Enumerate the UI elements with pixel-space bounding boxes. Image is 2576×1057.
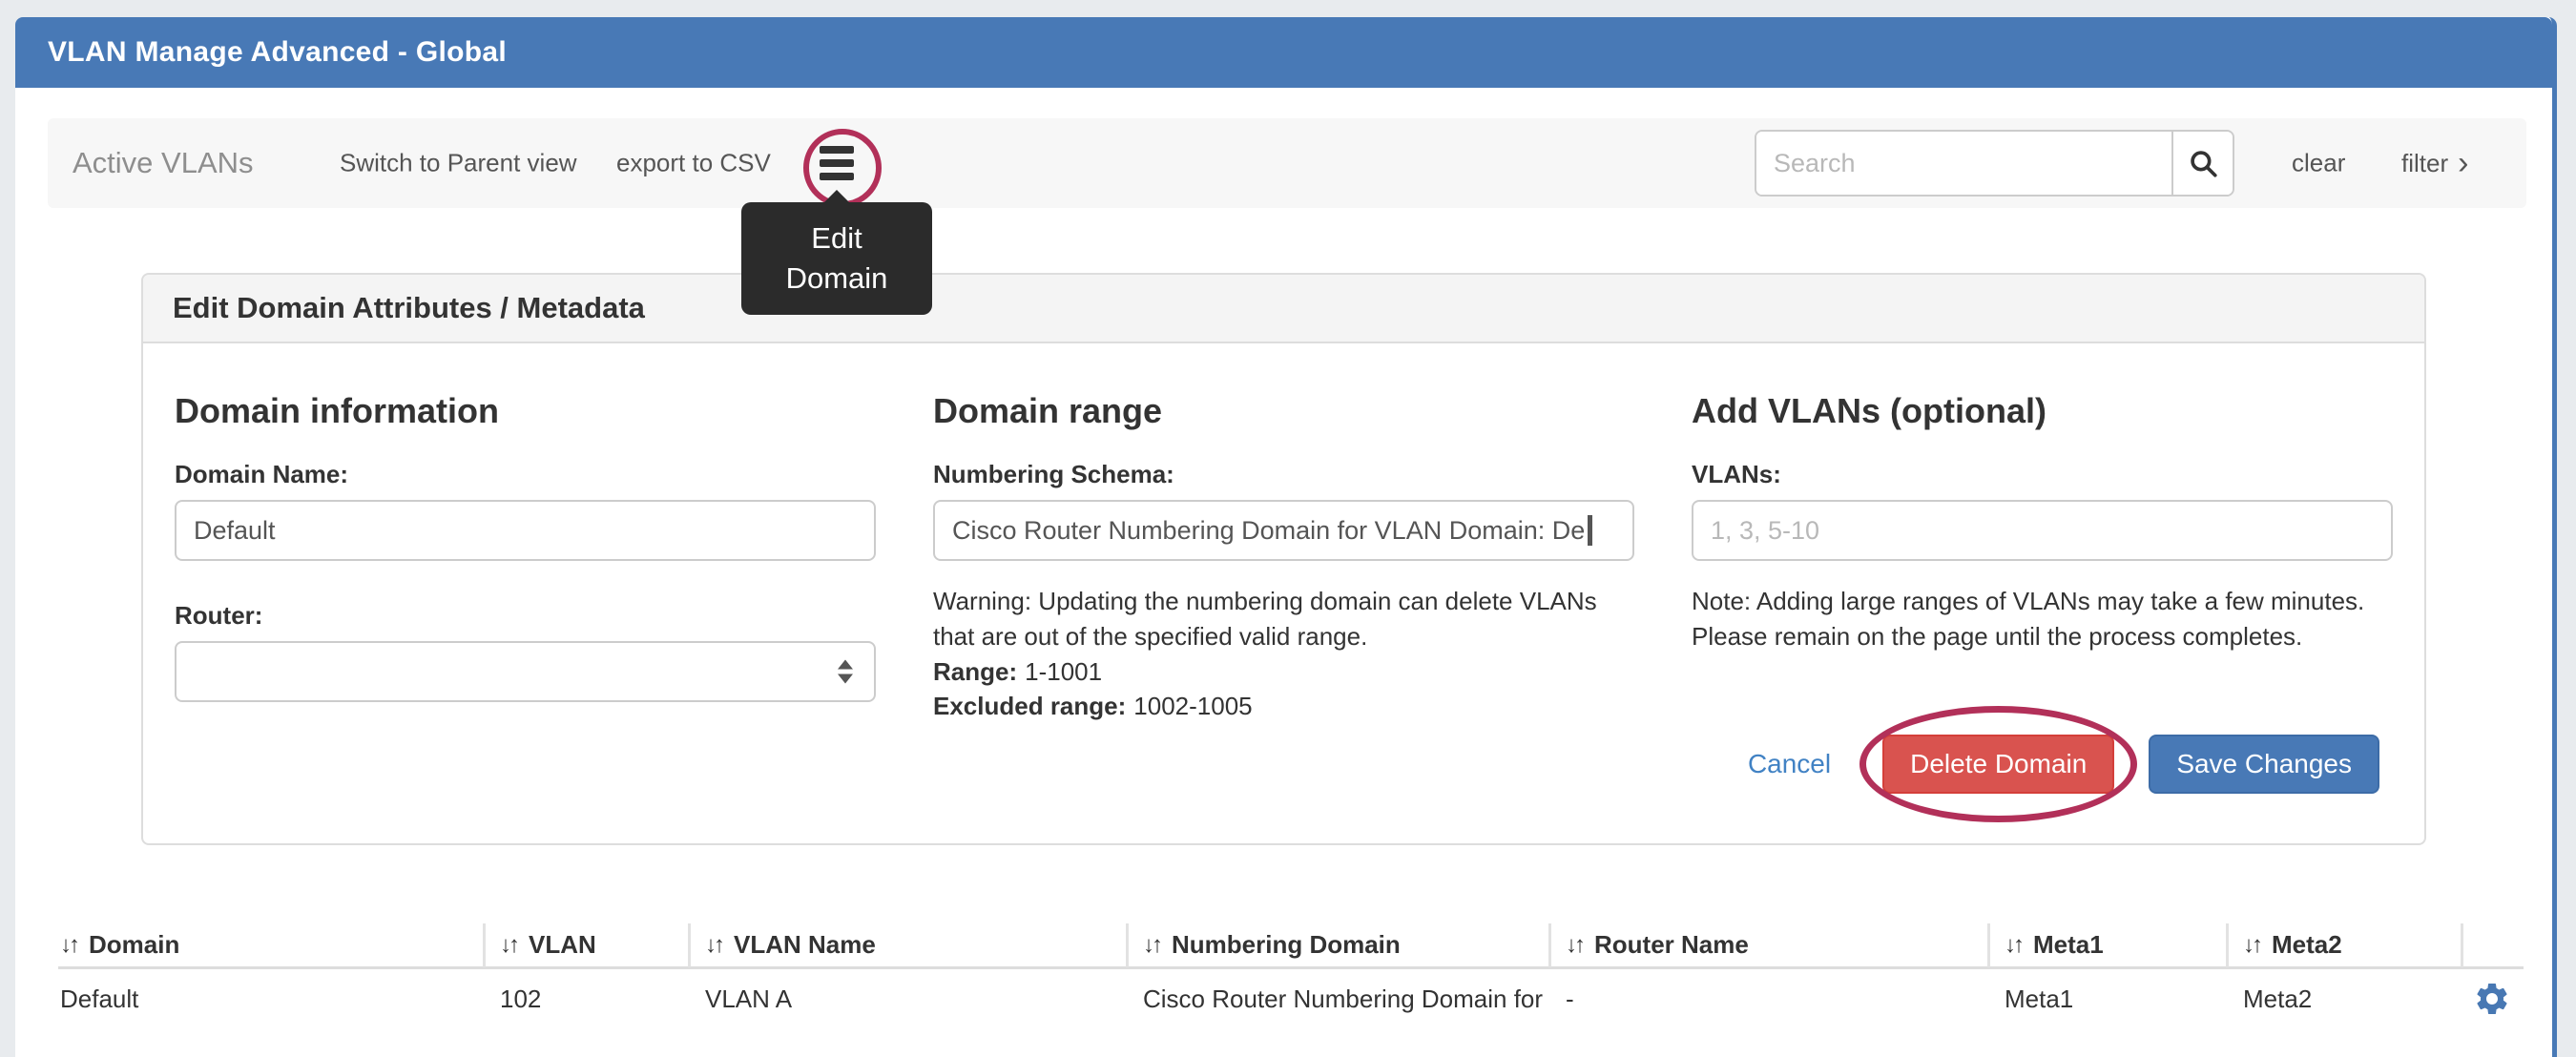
- panel-title: Edit Domain Attributes / Metadata: [173, 291, 645, 325]
- add-vlans-section: Add VLANs (optional) VLANs: Note: Adding…: [1692, 391, 2393, 723]
- sort-icon: ↓↑: [705, 932, 722, 959]
- column-header-actions: [2461, 922, 2524, 968]
- page-title: VLAN Manage Advanced - Global: [48, 36, 507, 69]
- text-cursor: [1588, 515, 1592, 546]
- column-header-vlan[interactable]: ↓↑ VLAN: [483, 922, 688, 968]
- hamburger-bar: [820, 159, 854, 167]
- toolbar: Active VLANs Switch to Parent view expor…: [48, 118, 2526, 208]
- column-header-meta1[interactable]: ↓↑ Meta1: [1987, 922, 2226, 968]
- domain-information-section: Domain information Domain Name: Router:: [175, 391, 876, 723]
- range-label: Range:: [933, 657, 1017, 686]
- range-warning-text: Warning: Updating the numbering domain c…: [933, 584, 1634, 654]
- range-value: 1-1001: [1025, 657, 1102, 686]
- row-settings-button[interactable]: [2473, 980, 2511, 1018]
- panel-body: Domain information Domain Name: Router: …: [143, 343, 2424, 843]
- vlans-input[interactable]: [1692, 500, 2393, 561]
- cell-numbering-domain: Cisco Router Numbering Domain for ...: [1126, 984, 1548, 1014]
- table-header-row: ↓↑ Domain ↓↑ VLAN ↓↑ VLAN Name ↓↑ Number…: [58, 923, 2524, 969]
- domain-name-input[interactable]: [175, 500, 876, 561]
- cell-meta2: Meta2: [2226, 984, 2461, 1014]
- router-label: Router:: [175, 599, 876, 632]
- delete-domain-button[interactable]: Delete Domain: [1882, 735, 2114, 794]
- vlans-label: VLANs:: [1692, 458, 2393, 490]
- excluded-range-value: 1002-1005: [1133, 692, 1252, 720]
- sort-icon: ↓↑: [2005, 932, 2022, 959]
- range-line: Range: 1-1001: [933, 654, 1634, 689]
- router-select[interactable]: [175, 641, 876, 702]
- panel-actions: Cancel Delete Domain Save Changes: [175, 735, 2393, 794]
- column-header-domain[interactable]: ↓↑ Domain: [58, 922, 483, 968]
- search-button[interactable]: [2171, 132, 2233, 195]
- excluded-range-line: Excluded range:1002-1005: [933, 689, 1634, 723]
- edit-domain-panel: Edit Domain Attributes / Metadata Domain…: [141, 273, 2426, 845]
- add-vlans-heading: Add VLANs (optional): [1692, 391, 2393, 431]
- filter-link[interactable]: filter ›: [2401, 147, 2468, 179]
- sort-icon: ↓↑: [2243, 932, 2260, 959]
- domain-information-heading: Domain information: [175, 391, 876, 431]
- hamburger-bar: [820, 146, 854, 154]
- numbering-schema-label: Numbering Schema:: [933, 458, 1634, 490]
- cell-domain: Default: [58, 984, 483, 1014]
- table-row: Default 102 VLAN A Cisco Router Numberin…: [58, 969, 2524, 1028]
- column-header-vlan-name[interactable]: ↓↑ VLAN Name: [688, 922, 1126, 968]
- column-header-router-name[interactable]: ↓↑ Router Name: [1548, 922, 1987, 968]
- cell-router-name: -: [1548, 984, 1987, 1014]
- domain-name-label: Domain Name:: [175, 458, 876, 490]
- tooltip-line-1: Edit: [811, 218, 862, 259]
- filter-label: filter: [2401, 149, 2448, 178]
- switch-to-parent-view-link[interactable]: Switch to Parent view: [340, 149, 577, 178]
- numbering-schema-input[interactable]: [933, 500, 1634, 561]
- cell-meta1: Meta1: [1987, 984, 2226, 1014]
- excluded-range-label: Excluded range:: [933, 692, 1126, 720]
- column-header-meta2[interactable]: ↓↑ Meta2: [2226, 922, 2461, 968]
- search-input[interactable]: [1756, 132, 2171, 195]
- select-stepper-icon: [838, 660, 853, 684]
- gear-icon: [2473, 980, 2511, 1018]
- save-changes-button[interactable]: Save Changes: [2149, 735, 2379, 794]
- sort-icon: ↓↑: [1566, 932, 1583, 959]
- search-box: [1755, 130, 2234, 197]
- sort-icon: ↓↑: [500, 932, 517, 959]
- tooltip-line-2: Domain: [786, 259, 888, 299]
- search-icon: [2187, 147, 2219, 179]
- sort-icon: ↓↑: [1143, 932, 1160, 959]
- page-title-bar: VLAN Manage Advanced - Global: [15, 17, 2552, 88]
- column-header-numbering-domain[interactable]: ↓↑ Numbering Domain: [1126, 922, 1548, 968]
- edit-domain-tooltip: Edit Domain: [741, 202, 932, 315]
- domain-range-heading: Domain range: [933, 391, 1634, 431]
- panel-header: Edit Domain Attributes / Metadata: [143, 275, 2424, 343]
- clear-link[interactable]: clear: [2292, 149, 2345, 178]
- cancel-link[interactable]: Cancel: [1748, 749, 1831, 779]
- vlans-note-text: Note: Adding large ranges of VLANs may t…: [1692, 584, 2393, 654]
- export-to-csv-link[interactable]: export to CSV: [616, 149, 771, 178]
- cell-vlan: 102: [483, 984, 688, 1014]
- hamburger-bar: [820, 173, 854, 180]
- hamburger-menu-icon[interactable]: [801, 129, 872, 197]
- page: VLAN Manage Advanced - Global Active VLA…: [0, 0, 2576, 1057]
- cell-vlan-name: VLAN A: [688, 984, 1126, 1014]
- sort-icon: ↓↑: [60, 932, 77, 959]
- chevron-right-icon: ›: [2458, 147, 2468, 179]
- vlans-table: ↓↑ Domain ↓↑ VLAN ↓↑ VLAN Name ↓↑ Number…: [58, 923, 2524, 1028]
- active-vlans-heading: Active VLANs: [73, 146, 254, 180]
- domain-range-section: Domain range Numbering Schema: Warning: …: [933, 391, 1634, 723]
- content-card: VLAN Manage Advanced - Global Active VLA…: [15, 17, 2557, 1057]
